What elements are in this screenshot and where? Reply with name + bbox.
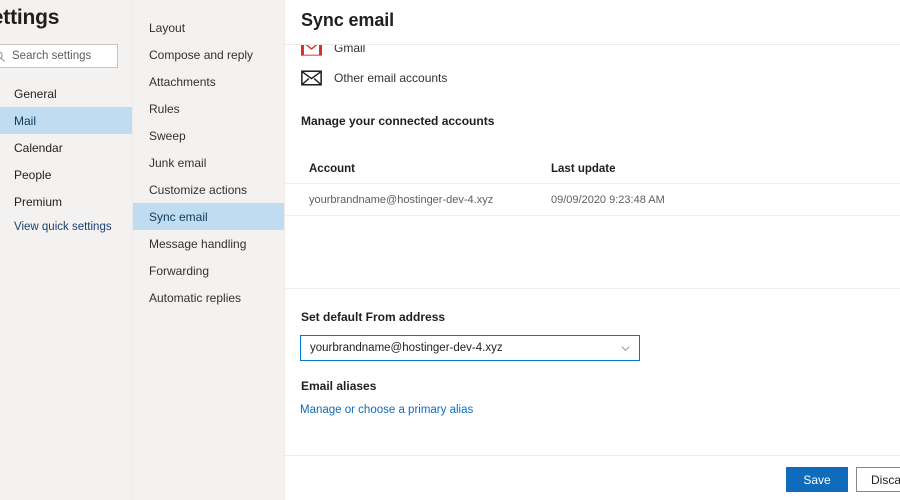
subnav-item-label: Forwarding [149, 263, 210, 278]
table-header-row: Account Last update [285, 155, 900, 183]
dialog-footer: Save Discard [285, 456, 900, 500]
subnav-item-junk-email[interactable]: Junk email [133, 149, 285, 176]
subnav-item-compose-and-reply[interactable]: Compose and reply [133, 41, 285, 68]
email-aliases-heading: Email aliases [301, 379, 377, 393]
subnav-item-label: Layout [149, 20, 186, 35]
search-input[interactable] [12, 50, 112, 62]
mail-subnav: Layout Compose and reply Attachments Rul… [132, 0, 285, 500]
chevron-down-icon [621, 345, 630, 351]
sync-email-pane: Sync email Gmail Other email accounts Ma… [284, 0, 900, 500]
subnav-item-layout[interactable]: Layout [133, 14, 285, 41]
view-quick-settings-link[interactable]: View quick settings [14, 221, 112, 233]
subnav-item-label: Automatic replies [149, 290, 242, 305]
subnav-item-label: Junk email [149, 155, 207, 170]
sidebar-nav: General Mail Calendar People Premium [0, 80, 132, 215]
discard-button[interactable]: Discard [856, 467, 900, 492]
table-row[interactable]: yourbrandname@hostinger-dev-4.xyz 09/09/… [285, 183, 900, 216]
sidebar-item-premium[interactable]: Premium [0, 188, 132, 215]
sidebar-item-label: People [14, 167, 52, 182]
settings-title: Settings [0, 6, 60, 29]
section-divider [285, 288, 900, 289]
subnav-item-automatic-replies[interactable]: Automatic replies [133, 284, 285, 311]
subnav-item-label: Compose and reply [149, 47, 254, 62]
provider-row-other-email-accounts[interactable]: Other email accounts [301, 67, 447, 88]
subnav-item-label: Customize actions [149, 182, 248, 197]
save-button[interactable]: Save [786, 467, 848, 492]
provider-label: Other email accounts [334, 70, 448, 85]
column-header-last-update: Last update [551, 163, 616, 175]
search-icon [0, 50, 5, 62]
connected-accounts-table: Account Last update yourbrandname@hostin… [285, 155, 900, 216]
default-from-address-value: yourbrandname@hostinger-dev-4.xyz [310, 342, 503, 354]
manage-primary-alias-link[interactable]: Manage or choose a primary alias [300, 404, 473, 416]
cell-account: yourbrandname@hostinger-dev-4.xyz [309, 193, 494, 206]
mail-subnav-list: Layout Compose and reply Attachments Rul… [133, 14, 285, 311]
manage-accounts-heading: Manage your connected accounts [301, 114, 495, 128]
column-header-account: Account [309, 163, 355, 175]
subnav-item-label: Sweep [149, 128, 186, 143]
gmail-icon [301, 45, 322, 58]
provider-row-gmail[interactable]: Gmail [301, 45, 365, 58]
subnav-item-sweep[interactable]: Sweep [133, 122, 285, 149]
subnav-item-label: Message handling [149, 236, 247, 251]
envelope-icon [301, 67, 322, 88]
sync-email-scroll-area[interactable]: Gmail Other email accounts Manage your c… [285, 45, 900, 455]
provider-label: Gmail [334, 45, 366, 55]
sidebar-item-calendar[interactable]: Calendar [0, 134, 132, 161]
settings-window: Settings General Mail Calendar People Pr… [0, 0, 900, 500]
subnav-item-attachments[interactable]: Attachments [133, 68, 285, 95]
sidebar-item-people[interactable]: People [0, 161, 132, 188]
subnav-item-forwarding[interactable]: Forwarding [133, 257, 285, 284]
default-from-address-dropdown[interactable]: yourbrandname@hostinger-dev-4.xyz [300, 335, 640, 361]
sidebar-item-mail[interactable]: Mail [0, 107, 132, 134]
sidebar-item-label: General [14, 86, 57, 101]
subnav-item-label: Attachments [149, 74, 216, 89]
subnav-item-label: Sync email [149, 209, 208, 224]
sidebar-item-general[interactable]: General [0, 80, 132, 107]
sidebar-item-label: Premium [14, 194, 63, 209]
settings-sidebar: Settings General Mail Calendar People Pr… [0, 0, 132, 500]
subnav-item-customize-actions[interactable]: Customize actions [133, 176, 285, 203]
sidebar-item-label: Calendar [14, 140, 63, 155]
sidebar-item-label: Mail [14, 113, 37, 128]
page-title: Sync email [301, 10, 395, 30]
subnav-item-message-handling[interactable]: Message handling [133, 230, 285, 257]
default-from-heading: Set default From address [301, 310, 446, 324]
search-settings-box[interactable] [0, 44, 118, 68]
subnav-item-sync-email[interactable]: Sync email [133, 203, 285, 230]
subnav-item-rules[interactable]: Rules [133, 95, 285, 122]
subnav-item-label: Rules [149, 101, 180, 116]
cell-last-update: 09/09/2020 9:23:48 AM [551, 193, 665, 206]
